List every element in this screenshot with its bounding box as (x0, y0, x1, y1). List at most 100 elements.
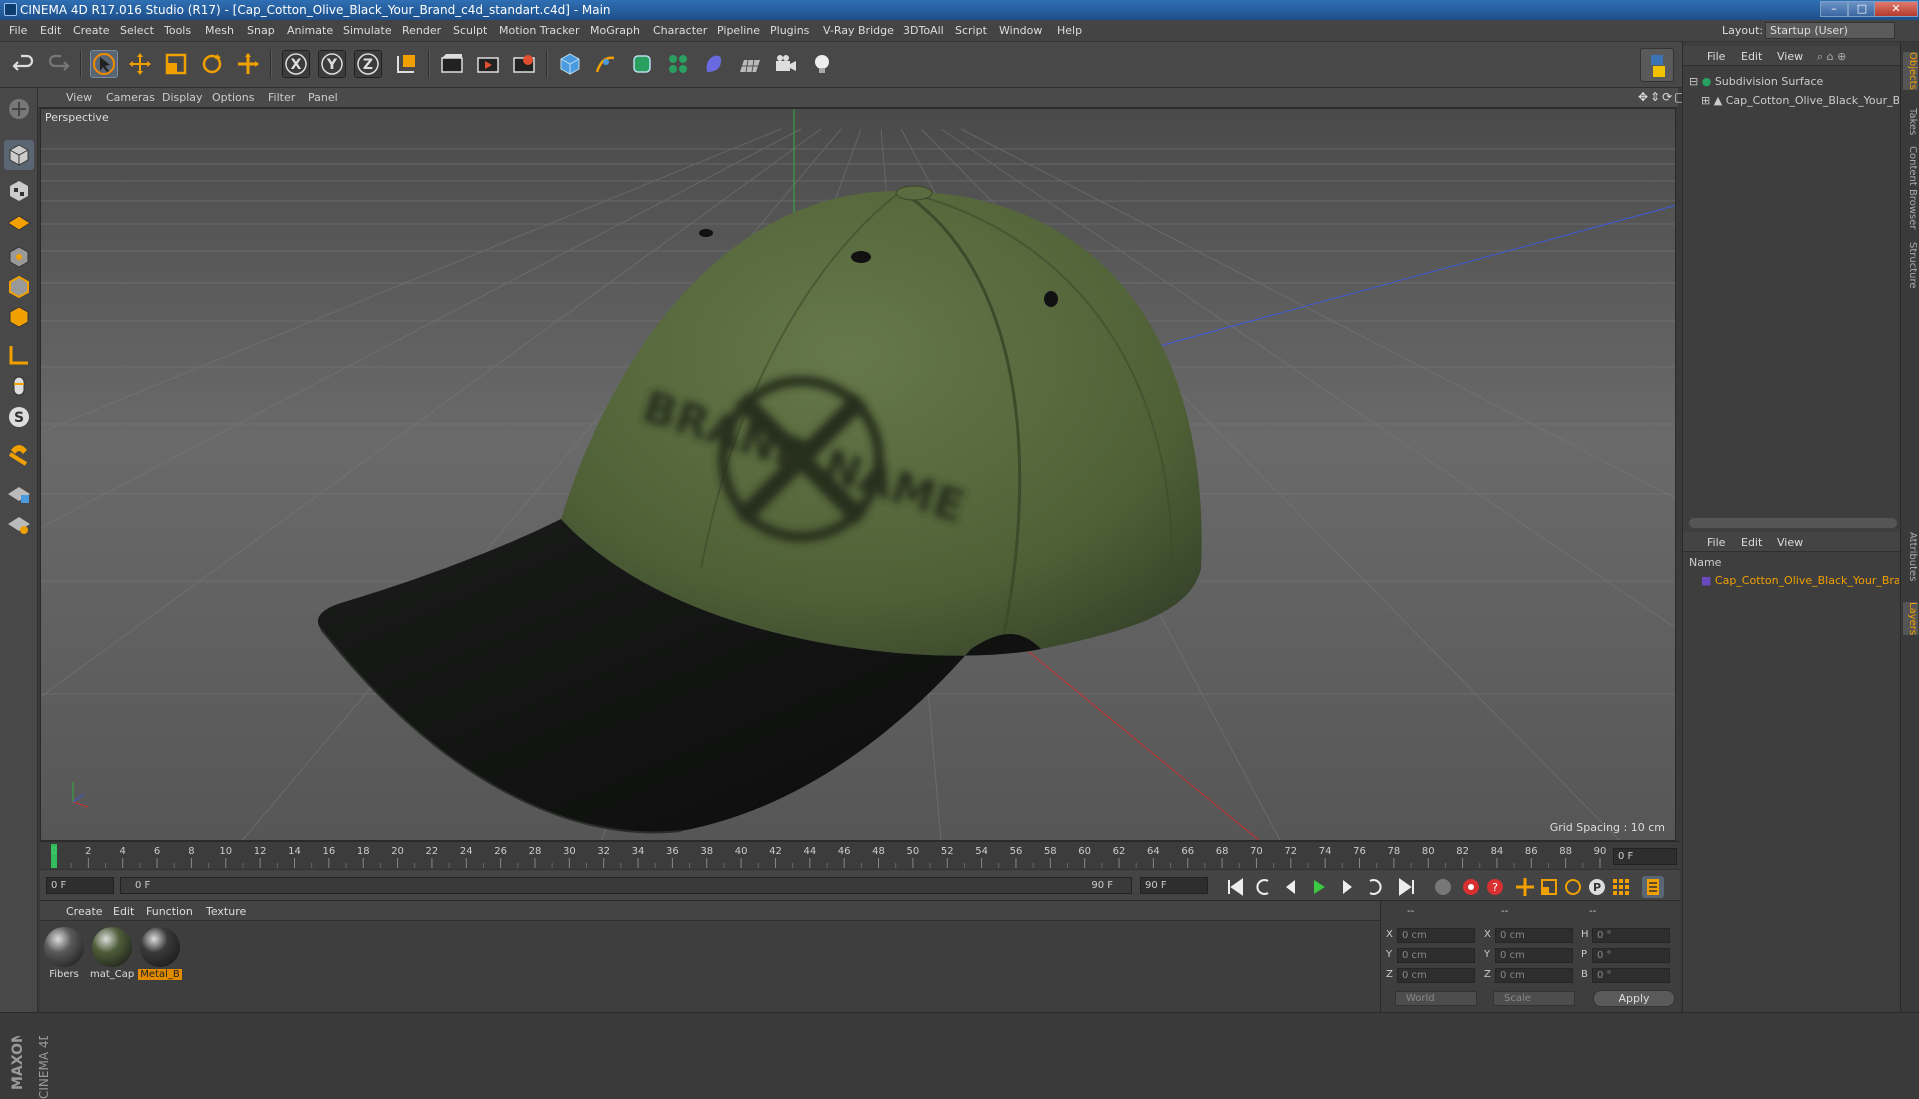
object-menu-edit[interactable]: Edit (1741, 50, 1762, 63)
locked-workplane-icon[interactable] (4, 478, 34, 508)
frame-range-slider[interactable]: 0 F 90 F (120, 877, 1132, 894)
light-icon[interactable] (808, 50, 836, 78)
menu-window[interactable]: Window (999, 24, 1042, 37)
apply-button[interactable]: Apply (1593, 990, 1675, 1007)
menu-snap[interactable]: Snap (247, 24, 275, 37)
coordinate-mode-select[interactable]: World (1395, 991, 1477, 1006)
layout-select[interactable]: Startup (User) (1765, 22, 1895, 39)
render-view-icon[interactable] (438, 50, 466, 78)
x-axis-lock-icon[interactable]: X (282, 50, 310, 78)
tree-expand-icon[interactable]: ⊞ (1701, 94, 1710, 107)
menu-render[interactable]: Render (402, 24, 441, 37)
position-z-field[interactable]: 0 cm (1397, 968, 1475, 983)
material-metal-b[interactable]: Metal_B (138, 927, 182, 985)
material-menu-texture[interactable]: Texture (206, 905, 246, 918)
pen-spline-icon[interactable] (592, 50, 620, 78)
menu-character[interactable]: Character (653, 24, 707, 37)
camera-icon[interactable] (772, 50, 800, 78)
viewport-navigation-icons[interactable]: ✥⇕⟳▢ (1638, 90, 1688, 104)
rotation-h-field[interactable]: 0 ° (1592, 928, 1670, 943)
menu-pipeline[interactable]: Pipeline (717, 24, 760, 37)
viewport-menu-cameras[interactable]: Cameras (106, 91, 155, 104)
size-y-field[interactable]: 0 cm (1495, 948, 1573, 963)
size-mode-select[interactable]: Scale (1493, 991, 1575, 1006)
object-menu-view[interactable]: View (1777, 50, 1803, 63)
cube-primitive-icon[interactable] (556, 50, 584, 78)
texture-mode-icon[interactable] (4, 176, 34, 206)
menu-simulate[interactable]: Simulate (343, 24, 392, 37)
live-selection-icon[interactable] (90, 50, 118, 78)
viewport-menu-options[interactable]: Options (212, 91, 254, 104)
material-menu-function[interactable]: Function (146, 905, 193, 918)
key-scale-icon[interactable] (1538, 876, 1560, 898)
start-frame-field[interactable]: 0 F (46, 877, 114, 894)
viewport-menu-panel[interactable]: Panel (308, 91, 338, 104)
y-axis-lock-icon[interactable]: Y (318, 50, 346, 78)
cloner-icon[interactable] (664, 50, 692, 78)
tab-objects[interactable]: Objects (1903, 52, 1918, 90)
play-icon[interactable] (1308, 876, 1330, 898)
current-frame-field[interactable]: 0 F (1613, 848, 1677, 865)
playhead[interactable] (51, 844, 57, 868)
key-position-icon[interactable] (1514, 876, 1536, 898)
menu-mograph[interactable]: MoGraph (590, 24, 640, 37)
floor-environment-icon[interactable] (736, 50, 764, 78)
magnet-icon[interactable] (4, 440, 34, 470)
go-to-end-icon[interactable] (1396, 876, 1418, 898)
tab-attributes[interactable]: Attributes (1903, 532, 1918, 581)
menu-animate[interactable]: Animate (287, 24, 333, 37)
viewport-menu-filter[interactable]: Filter (268, 91, 295, 104)
viewport-menu-display[interactable]: Display (162, 91, 203, 104)
material-fibers[interactable]: Fibers (42, 927, 86, 985)
workplane-mode-icon[interactable] (4, 206, 34, 236)
layer-cap-item[interactable]: ■ Cap_Cotton_Olive_Black_Your_Brand (1701, 574, 1899, 587)
next-frame-icon[interactable] (1336, 876, 1358, 898)
snapping-icon[interactable]: S (4, 402, 34, 432)
tab-takes[interactable]: Takes (1903, 108, 1918, 135)
autokeying-icon[interactable] (1460, 876, 1482, 898)
scale-icon[interactable] (162, 50, 190, 78)
timeline-window-icon[interactable] (1642, 876, 1664, 898)
position-x-field[interactable]: 0 cm (1397, 928, 1475, 943)
redo-icon[interactable] (44, 50, 72, 78)
viewport-menu-view[interactable]: View (66, 91, 92, 104)
position-y-field[interactable]: 0 cm (1397, 948, 1475, 963)
z-axis-lock-icon[interactable]: Z (354, 50, 382, 78)
key-pla-icon[interactable] (1610, 876, 1632, 898)
keyframe-selection-icon[interactable]: ? (1484, 876, 1506, 898)
perspective-viewport[interactable]: BRAND NAME Perspective Grid Spacing : 10… (40, 108, 1676, 841)
menu-vray-bridge[interactable]: V-Ray Bridge (823, 24, 894, 37)
previous-frame-icon[interactable] (1280, 876, 1302, 898)
material-mat-cap[interactable]: mat_Cap (90, 927, 134, 985)
layer-menu-view[interactable]: View (1777, 536, 1803, 549)
tweak-mode-icon[interactable] (4, 372, 34, 402)
rotation-b-field[interactable]: 0 ° (1592, 968, 1670, 983)
menu-file[interactable]: File (9, 24, 27, 37)
layer-menu-edit[interactable]: Edit (1741, 536, 1762, 549)
next-key-icon[interactable] (1364, 876, 1386, 898)
subdivision-surface-icon[interactable] (628, 50, 656, 78)
tree-expand-icon[interactable]: ⊟ (1689, 75, 1698, 88)
material-menu-edit[interactable]: Edit (113, 905, 134, 918)
end-frame-field[interactable]: 90 F (1140, 877, 1208, 894)
previous-key-icon[interactable] (1252, 876, 1274, 898)
tab-content-browser[interactable]: Content Browser (1903, 146, 1918, 229)
material-menu-create[interactable]: Create (66, 905, 103, 918)
menu-help[interactable]: Help (1057, 24, 1082, 37)
layer-menu-file[interactable]: File (1707, 536, 1725, 549)
object-manager-search-icon[interactable]: ⌕ ⌂ ⊕ (1817, 50, 1846, 64)
maximize-button[interactable]: □ (1848, 1, 1876, 17)
points-mode-icon[interactable] (4, 242, 34, 272)
model-mode-icon[interactable] (4, 140, 34, 170)
python-script-icon[interactable] (1640, 48, 1674, 82)
axis-mode-icon[interactable] (4, 340, 34, 370)
menu-select[interactable]: Select (120, 24, 154, 37)
size-x-field[interactable]: 0 cm (1495, 928, 1573, 943)
menu-tools[interactable]: Tools (164, 24, 191, 37)
render-settings-icon[interactable] (510, 50, 538, 78)
deformer-icon[interactable] (700, 50, 728, 78)
polygons-mode-icon[interactable] (4, 302, 34, 332)
object-manager-scrollbar[interactable] (1689, 518, 1897, 528)
menu-script[interactable]: Script (955, 24, 987, 37)
minimize-button[interactable]: – (1820, 1, 1848, 17)
